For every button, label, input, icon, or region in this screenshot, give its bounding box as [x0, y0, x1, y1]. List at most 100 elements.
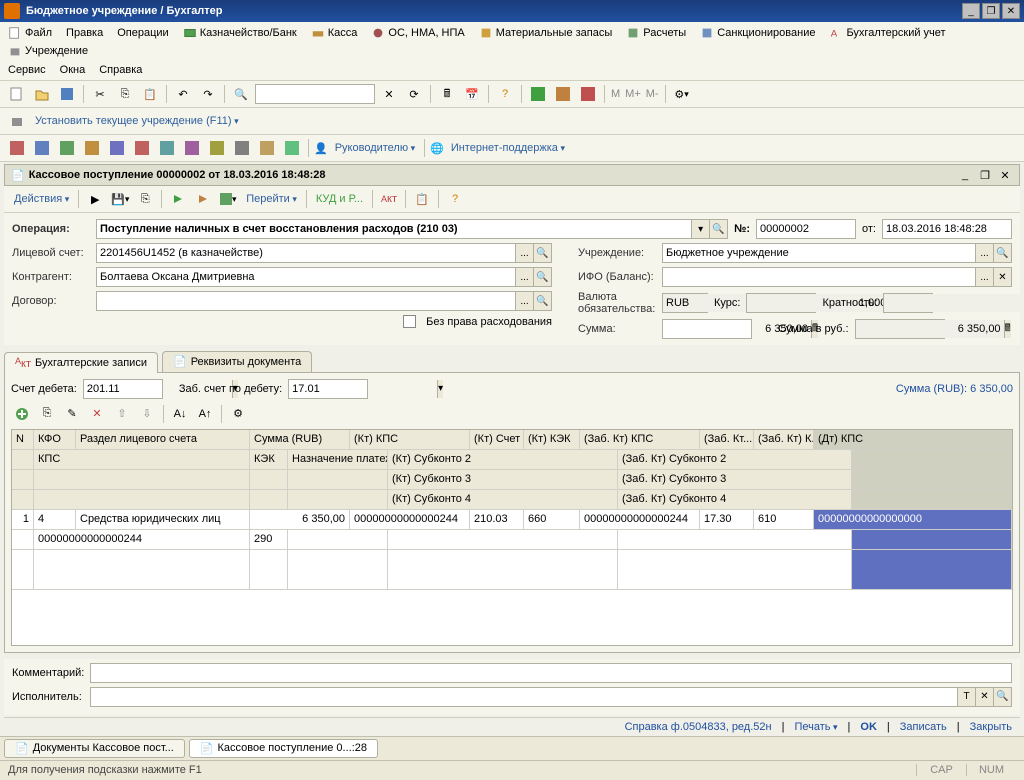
m-button[interactable]: M	[610, 83, 621, 105]
menu-accounting[interactable]: АБухгалтерский учет	[827, 25, 947, 41]
ifo-input[interactable]	[663, 268, 975, 286]
save-button[interactable]	[56, 83, 78, 105]
grid-settings-button[interactable]: ⚙	[227, 403, 249, 425]
col-kek[interactable]: КЭК	[250, 450, 288, 469]
help-button[interactable]: ?	[494, 83, 516, 105]
doc-report-button[interactable]: 📋	[411, 188, 433, 210]
undo-button[interactable]: ↶	[172, 83, 194, 105]
col-ktsub2[interactable]: (Кт) Субконто 2	[388, 450, 618, 469]
operation-input[interactable]	[97, 220, 691, 238]
calendar-button[interactable]: 📅	[461, 83, 483, 105]
ls-search-button[interactable]: 🔍	[533, 244, 551, 262]
open-button[interactable]	[31, 83, 53, 105]
menu-institution[interactable]: Учреждение	[6, 43, 90, 59]
ifo-field[interactable]: ...✕	[662, 267, 1012, 287]
col-nazn[interactable]: Назначение платежа	[288, 450, 388, 469]
grid-sort-desc-button[interactable]: A↑	[194, 403, 216, 425]
menu-assets[interactable]: ОС, НМА, НПА	[369, 25, 466, 41]
executor-type-button[interactable]: T	[957, 688, 975, 706]
grid-sort-asc-button[interactable]: A↓	[169, 403, 191, 425]
col-kfo[interactable]: КФО	[34, 430, 76, 449]
executor-field[interactable]: T✕🔍	[90, 687, 1012, 707]
rep3-button[interactable]	[56, 137, 78, 159]
zab-dropdown-button[interactable]: ▾	[437, 380, 443, 398]
settings-button[interactable]: ⚙	[671, 83, 693, 105]
ls-select-button[interactable]: ...	[515, 244, 533, 262]
calc-button[interactable]: 🖩	[436, 83, 458, 105]
table-row[interactable]	[12, 550, 1012, 590]
save-button[interactable]: Записать	[900, 721, 947, 733]
uchr-input[interactable]	[663, 244, 975, 262]
ok-button[interactable]: OK	[860, 721, 877, 733]
doc-play-button[interactable]	[167, 188, 189, 210]
kudir-link[interactable]: КУД и Р...	[312, 191, 367, 207]
tab-accounting-entries[interactable]: АктБухгалтерские записи	[4, 352, 158, 373]
cut-button[interactable]: ✂	[89, 83, 111, 105]
col-razdel[interactable]: Раздел лицевого счета	[76, 430, 250, 449]
summa-rub-calc-button[interactable]: 🖩	[1004, 320, 1011, 338]
tab-requisites[interactable]: 📄Реквизиты документа	[162, 351, 312, 372]
actions-menu[interactable]: Действия	[10, 191, 73, 207]
ls-field[interactable]: ...🔍	[96, 243, 552, 263]
menu-inventory[interactable]: Материальные запасы	[477, 25, 615, 41]
kontr-field[interactable]: ...🔍	[96, 267, 552, 287]
rep10-button[interactable]	[231, 137, 253, 159]
grid-edit-button[interactable]: ✎	[61, 403, 83, 425]
rep8-button[interactable]	[181, 137, 203, 159]
ifo-clear-button[interactable]: ✕	[993, 268, 1011, 286]
dogovor-field[interactable]: ...🔍	[96, 291, 552, 311]
spravka-link[interactable]: Справка ф.0504833, ред.52н	[625, 721, 772, 733]
kontr-select-button[interactable]: ...	[515, 268, 533, 286]
paste-button[interactable]: 📋	[139, 83, 161, 105]
zab-field[interactable]: ▾	[288, 379, 368, 399]
col-zabktsub3[interactable]: (Заб. Кт) Субконто 3	[618, 470, 852, 489]
number-field[interactable]	[756, 219, 856, 239]
rep4-button[interactable]	[81, 137, 103, 159]
comment-input[interactable]	[91, 664, 1011, 682]
rep7-button[interactable]	[156, 137, 178, 159]
operation-field[interactable]: ▾ 🔍	[96, 219, 728, 239]
doc-close-button[interactable]: ✕	[997, 168, 1013, 182]
m-plus-button[interactable]: M+	[624, 83, 642, 105]
dogovor-input[interactable]	[97, 292, 515, 310]
minimize-button[interactable]: _	[962, 3, 980, 19]
col-kps[interactable]: КПС	[34, 450, 250, 469]
new-button[interactable]	[6, 83, 28, 105]
support-menu[interactable]: Интернет-поддержка	[447, 140, 569, 156]
doc-copy-button[interactable]: ⎘	[134, 188, 156, 210]
operation-dropdown-button[interactable]: ▾	[691, 220, 709, 238]
refresh-button[interactable]: ⟳	[403, 83, 425, 105]
grid-add-button[interactable]	[11, 403, 33, 425]
akt-button[interactable]: Акт	[378, 188, 400, 210]
date-input[interactable]	[883, 220, 1024, 238]
rep9-button[interactable]	[206, 137, 228, 159]
doc-tree-button[interactable]	[217, 188, 239, 210]
col-zabktsub4[interactable]: (Заб. Кт) Субконто 4	[618, 490, 852, 509]
search-input[interactable]	[255, 84, 375, 104]
uchr-field[interactable]: ...🔍	[662, 243, 1012, 263]
doc-play2-button[interactable]	[192, 188, 214, 210]
close-doc-button[interactable]: Закрыть	[970, 721, 1012, 733]
rep12-button[interactable]	[281, 137, 303, 159]
grid-copy-button[interactable]: ⎘	[36, 403, 58, 425]
post-button[interactable]: ▶	[84, 188, 106, 210]
col-ktkps[interactable]: (Кт) КПС	[350, 430, 470, 449]
col-zabktkps[interactable]: (Заб. Кт) КПС	[580, 430, 700, 449]
col-ktkek[interactable]: (Кт) КЭК	[524, 430, 580, 449]
operation-select-button[interactable]: 🔍	[709, 220, 727, 238]
col-dtkps[interactable]: (Дт) КПС	[814, 430, 1012, 449]
grid-delete-button[interactable]: ✕	[86, 403, 108, 425]
col-ktsub4[interactable]: (Кт) Субконто 4	[388, 490, 618, 509]
table-row[interactable]: 1 4 Средства юридических лиц 6 350,00 00…	[12, 510, 1012, 530]
menu-help[interactable]: Справка	[97, 63, 144, 77]
dogovor-search-button[interactable]: 🔍	[533, 292, 551, 310]
rep1-button[interactable]	[6, 137, 28, 159]
col-sum[interactable]: Сумма (RUB)	[250, 430, 350, 449]
doc-help-button[interactable]: ?	[444, 188, 466, 210]
menu-treasury[interactable]: Казначейство/Банк	[181, 25, 299, 41]
col-zabktk[interactable]: (Заб. Кт) К...	[754, 430, 814, 449]
doc-restore-button[interactable]: ❐	[977, 168, 993, 182]
col-n[interactable]: N	[12, 430, 34, 449]
search-clear-button[interactable]: ✕	[378, 83, 400, 105]
doc-minimize-button[interactable]: _	[957, 168, 973, 182]
